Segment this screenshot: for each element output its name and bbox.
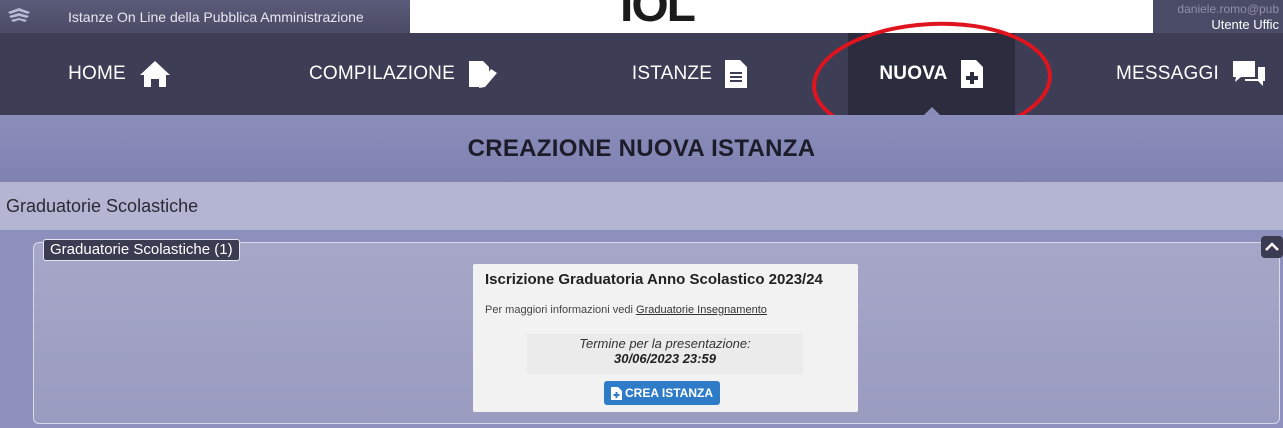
app-name: Istanze On Line della Pubblica Amministr…: [68, 9, 364, 25]
user-info[interactable]: daniele.romo@pub Utente Uffic: [1177, 2, 1279, 32]
nav-messaggi-label: MESSAGGI: [1116, 63, 1219, 84]
card-info: Per maggiori informazioni vedi Graduator…: [485, 304, 767, 316]
chat-icon: [1231, 59, 1267, 89]
new-document-icon: [611, 386, 622, 400]
user-role: Utente Uffic: [1211, 17, 1279, 32]
deadline-label: Termine per la presentazione:: [579, 336, 751, 351]
deadline-value: 30/06/2023 23:59: [614, 351, 716, 366]
nav-home[interactable]: HOME: [40, 33, 200, 115]
brand-logo: IOL: [620, 0, 696, 32]
info-link[interactable]: Graduatorie Insegnamento: [636, 304, 767, 316]
nav-nuova-label: NUOVA: [879, 63, 948, 84]
main-nav: HOME COMPILAZIONE ISTANZE NUOVA MESSAGGI: [0, 33, 1283, 115]
top-bar: Istanze On Line della Pubblica Amministr…: [0, 0, 1283, 33]
crea-istanza-button[interactable]: CREA ISTANZA: [604, 381, 720, 405]
chevron-up-icon: [1265, 242, 1279, 251]
card-title: Iscrizione Graduatoria Anno Scolastico 2…: [485, 271, 823, 288]
nav-messaggi[interactable]: MESSAGGI: [1100, 33, 1283, 115]
collapse-button[interactable]: [1261, 236, 1283, 258]
category-legend: Graduatorie Scolastiche (1): [43, 239, 240, 261]
nav-istanze-label: ISTANZE: [631, 63, 713, 84]
nav-istanze[interactable]: ISTANZE: [595, 33, 785, 115]
crea-istanza-label: CREA ISTANZA: [625, 386, 713, 400]
edit-document-icon: [467, 59, 501, 89]
deadline-box: Termine per la presentazione: 30/06/2023…: [527, 334, 803, 374]
nav-home-label: HOME: [68, 63, 126, 84]
nav-compilazione-label: COMPILAZIONE: [309, 63, 455, 84]
nav-nuova[interactable]: NUOVA: [848, 33, 1015, 115]
nav-compilazione[interactable]: COMPILAZIONE: [290, 33, 520, 115]
republic-emblem-icon: [8, 8, 30, 22]
home-icon: [138, 59, 172, 89]
user-email: daniele.romo@pub: [1177, 2, 1279, 16]
card-info-text: Per maggiori informazioni vedi: [485, 304, 633, 316]
page-title: CREAZIONE NUOVA ISTANZA: [467, 134, 816, 162]
new-document-icon: [960, 59, 984, 89]
document-icon: [724, 59, 748, 89]
section-title: Graduatorie Scolastiche: [6, 195, 199, 216]
section-header: Graduatorie Scolastiche: [0, 182, 1283, 230]
page-title-band: CREAZIONE NUOVA ISTANZA: [0, 115, 1283, 182]
istanza-card: Iscrizione Graduatoria Anno Scolastico 2…: [473, 264, 858, 412]
